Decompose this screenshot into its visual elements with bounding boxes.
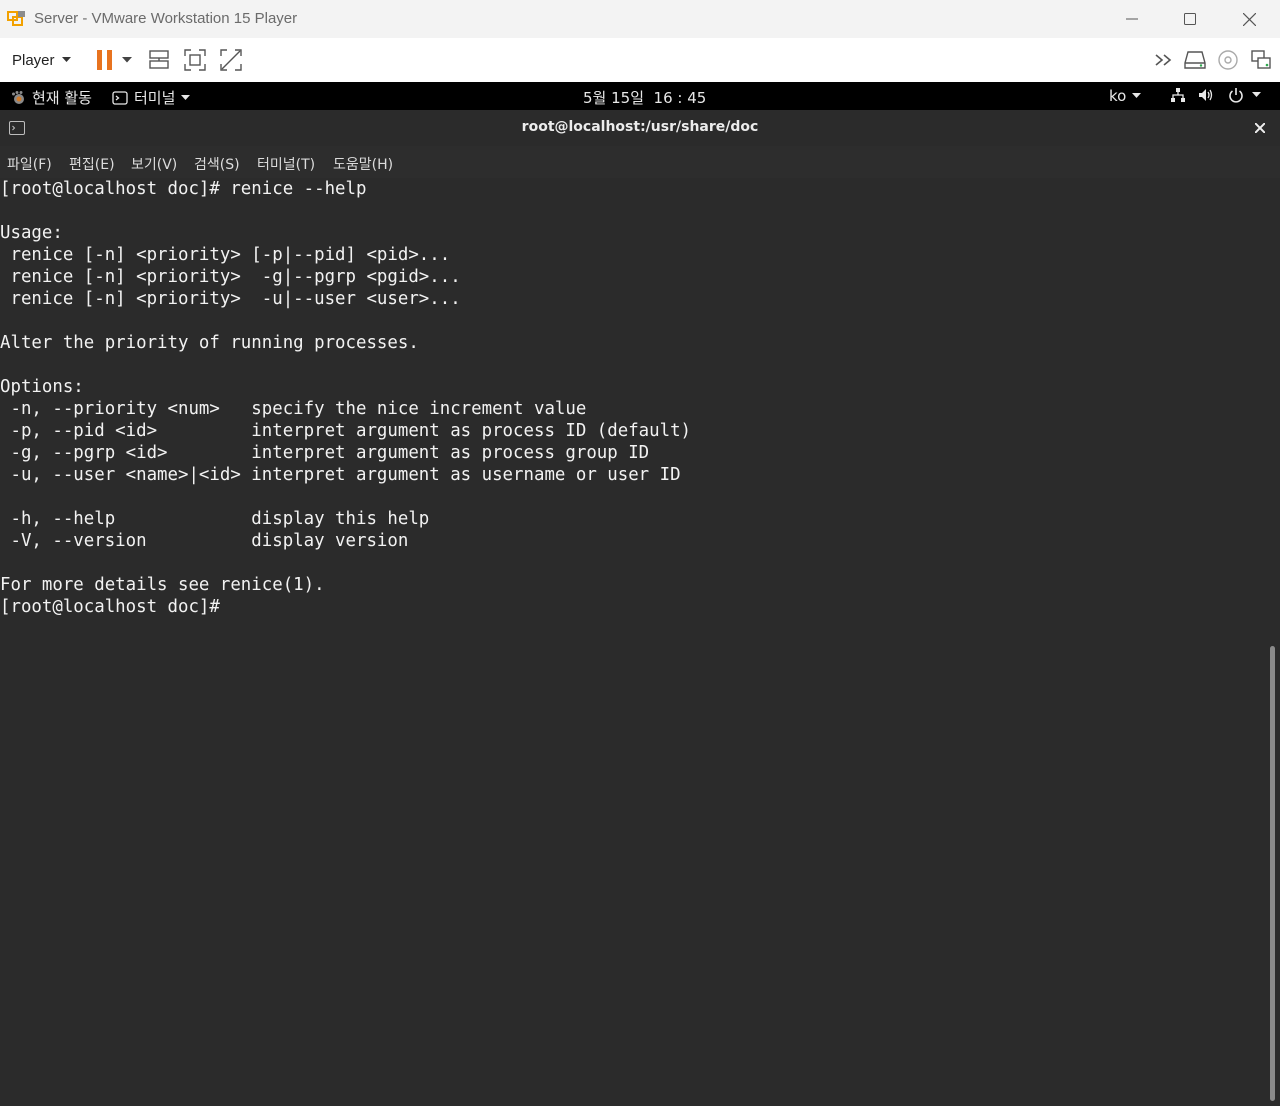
terminal-line: -h, --help display this help xyxy=(0,509,430,529)
cd-icon xyxy=(1218,50,1238,70)
vmware-window: Server - VMware Workstation 15 Player Pl… xyxy=(0,0,1280,1106)
chevron-down-icon xyxy=(1132,93,1142,98)
gnome-top-bar: 현재 활동 터미널 5월 15일 16 : 45 ko xyxy=(0,82,1280,110)
terminal-scrollbar-thumb[interactable] xyxy=(1270,646,1275,1101)
terminal-line: For more details see renice(1). xyxy=(0,575,325,595)
pause-icon xyxy=(97,50,112,70)
vmware-logo-icon xyxy=(7,11,25,26)
menu-help[interactable]: 도움말(H) xyxy=(333,154,393,174)
unity-disabled-icon xyxy=(220,49,242,71)
chevron-down-icon xyxy=(181,94,191,100)
terminal-line: renice [-n] <priority> -g|--pgrp <pgid>.… xyxy=(0,267,461,287)
terminal-line: Alter the priority of running processes. xyxy=(0,333,419,353)
terminal-menubar: 파일(F) 편집(E) 보기(V) 검색(S) 터미널(T) 도움말(H) xyxy=(0,146,1280,178)
power-dropdown-button[interactable] xyxy=(115,46,139,74)
menu-edit[interactable]: 편집(E) xyxy=(69,154,115,174)
clock-label: 5월 15일 16 : 45 xyxy=(583,89,707,107)
terminal-line: [root@localhost doc]# renice --help xyxy=(0,179,367,199)
double-chevron-right-icon xyxy=(1155,54,1172,66)
network-adapter-button[interactable] xyxy=(1247,46,1275,74)
terminal-title: root@localhost:/usr/share/doc xyxy=(521,119,759,135)
menu-search[interactable]: 검색(S) xyxy=(194,154,240,174)
terminal-line: Usage: xyxy=(0,223,63,243)
terminal-icon xyxy=(112,90,128,105)
power-icon xyxy=(1229,88,1243,103)
chevron-down-icon xyxy=(1252,92,1261,97)
terminal-line: Options: xyxy=(0,377,84,397)
terminal-line: -p, --pid <id> interpret argument as pro… xyxy=(0,421,692,441)
terminal-line: [root@localhost doc]# xyxy=(0,597,231,617)
chevron-down-icon xyxy=(61,57,71,62)
window-title: Server - VMware Workstation 15 Player xyxy=(34,10,298,27)
menu-file[interactable]: 파일(F) xyxy=(7,154,52,174)
terminal-line: renice [-n] <priority> -u|--user <user>.… xyxy=(0,289,461,309)
gnome-foot-icon xyxy=(12,90,24,104)
hard-disk-button[interactable] xyxy=(1181,46,1209,74)
close-icon xyxy=(1242,12,1256,26)
menu-view[interactable]: 보기(V) xyxy=(131,154,177,174)
activities-button[interactable]: 현재 활동 xyxy=(10,87,92,108)
terminal-line: -u, --user <name>|<id> interpret argumen… xyxy=(0,465,681,485)
maximize-button[interactable] xyxy=(1161,0,1219,38)
activities-label: 현재 활동 xyxy=(32,89,92,107)
network-adapter-icon xyxy=(1251,50,1271,69)
player-menu-button[interactable]: Player xyxy=(4,46,79,74)
player-menu-label: Player xyxy=(12,51,55,69)
menu-terminal[interactable]: 터미널(T) xyxy=(257,154,315,174)
send-ctrl-alt-del-button[interactable] xyxy=(145,46,173,74)
chevron-down-icon xyxy=(122,57,132,63)
more-devices-button[interactable] xyxy=(1150,46,1178,74)
app-menu-button[interactable]: 터미널 xyxy=(112,87,191,108)
terminal-line: -g, --pgrp <id> interpret argument as pr… xyxy=(0,443,650,463)
fullscreen-button[interactable] xyxy=(181,46,209,74)
hard-disk-icon xyxy=(1184,51,1206,69)
vmware-toolbar: Player xyxy=(0,38,1280,83)
cd-rom-button[interactable] xyxy=(1214,46,1242,74)
volume-icon xyxy=(1199,89,1213,101)
terminal-line: renice [-n] <priority> [-p|--pid] <pid>.… xyxy=(0,245,451,265)
network-computer-icon xyxy=(149,50,169,69)
window-titlebar: Server - VMware Workstation 15 Player xyxy=(0,0,1280,39)
system-menu-button[interactable] xyxy=(1170,87,1261,103)
terminal-headerbar: root@localhost:/usr/share/doc xyxy=(0,110,1280,147)
app-menu-label: 터미널 xyxy=(134,89,176,107)
input-method-button[interactable]: ko xyxy=(1109,87,1142,105)
input-method-label: ko xyxy=(1109,87,1127,105)
clock-button[interactable]: 5월 15일 16 : 45 xyxy=(583,87,706,108)
minimize-button[interactable] xyxy=(1103,0,1161,38)
unity-button[interactable] xyxy=(217,46,245,74)
fullscreen-icon xyxy=(184,49,206,71)
close-window-button[interactable] xyxy=(1220,0,1278,38)
network-wired-icon xyxy=(1171,88,1185,102)
terminal-output[interactable]: [root@localhost doc]# renice --help Usag… xyxy=(0,178,1266,1106)
maximize-icon xyxy=(1184,13,1196,25)
terminal-line: -n, --priority <num> specify the nice in… xyxy=(0,399,587,419)
close-terminal-button[interactable] xyxy=(1248,118,1272,138)
minimize-icon xyxy=(1126,18,1138,20)
close-icon xyxy=(1255,123,1265,133)
terminal-line: -V, --version display version xyxy=(0,531,409,551)
